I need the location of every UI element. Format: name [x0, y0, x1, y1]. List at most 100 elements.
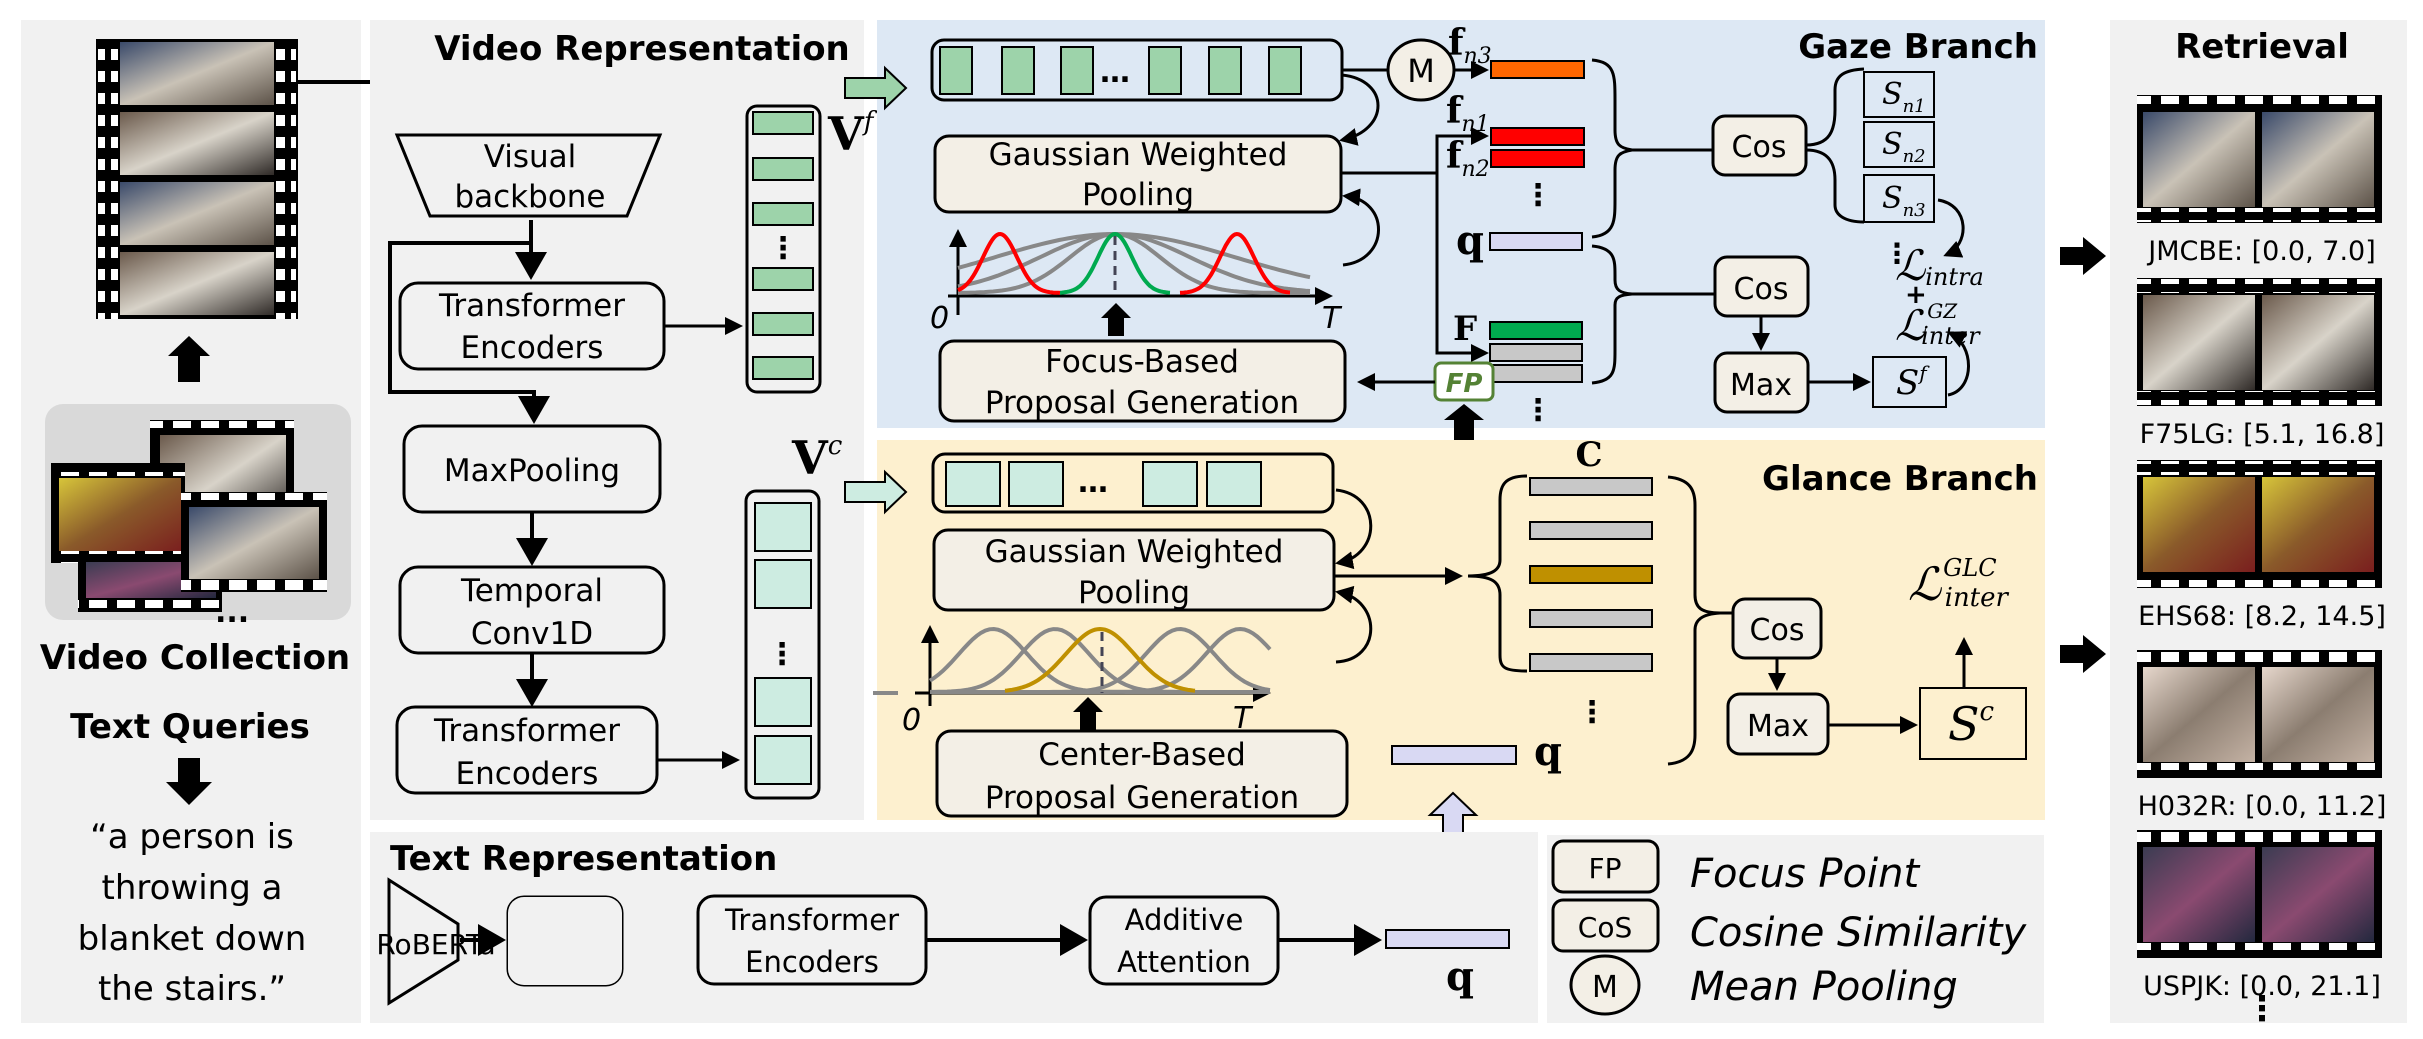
visual-backbone-label: backbone: [454, 179, 605, 215]
svg-text:Cos: Cos: [1732, 130, 1787, 165]
axis-end-label: T: [1322, 301, 1343, 336]
proposal-label: Focus-Based: [1045, 344, 1239, 380]
glance-feature-cell: [1142, 461, 1198, 507]
fn1-feature-bar: [1490, 127, 1585, 146]
mean-pooling-node: M: [1386, 38, 1456, 102]
svg-text:FP: FP: [1446, 369, 1483, 399]
film-perforation: [2137, 208, 2382, 222]
gaze-feature-sequence: …: [930, 38, 1344, 102]
transformer-encoders-label: Transformer: [433, 713, 620, 749]
svg-text:Max: Max: [1747, 709, 1809, 744]
F-feature-bar-gray: [1489, 343, 1583, 362]
axis-origin-label: 0: [930, 301, 949, 336]
svg-text:Encoders: Encoders: [745, 945, 879, 979]
video-frame: [2262, 295, 2374, 390]
vf-feature-cell: [752, 267, 814, 291]
video-thumb: [181, 492, 327, 592]
fn2-feature-bar: [1490, 149, 1585, 168]
loss-inter-glc-label: ℒGLC inter: [1908, 554, 2010, 613]
retrieval-result-item: USPJK: [0.0, 21.1]: [2137, 830, 2382, 1002]
video-frame: [2143, 847, 2255, 942]
transformer-encoders-label: Encoders: [456, 756, 599, 792]
temporal-conv-label: Temporal: [460, 573, 603, 609]
svg-text:Cos: Cos: [1750, 613, 1805, 648]
F-feature-bar-green: [1489, 321, 1583, 340]
glance-feature-cell: [1206, 461, 1262, 507]
axis-origin-label: 0: [902, 703, 921, 738]
visual-backbone-label: Visual: [484, 139, 577, 175]
retrieval-panel: Retrieval JMCBE: [0.0, 7.0] F75LG: [5.1, …: [2110, 20, 2407, 1029]
gwp-label: Pooling: [1078, 575, 1190, 611]
retrieval-title: Retrieval: [2175, 27, 2349, 67]
vf-feature-cell: [752, 356, 814, 380]
gaze-feature-cell: [1060, 46, 1094, 95]
glance-branch-title: Glance Branch: [1762, 459, 2038, 499]
svg-text:CoS: CoS: [1578, 911, 1632, 944]
video-collection-title: Video Collection: [40, 638, 350, 678]
candidate-feature-bar: [1529, 609, 1653, 628]
F-feature-bar-gray: [1489, 364, 1583, 383]
query-line: blanket down: [78, 919, 307, 959]
svg-text:Cos: Cos: [1734, 272, 1789, 307]
vc-feature-cell: [754, 677, 812, 727]
gaze-feature-cell: [1208, 46, 1242, 95]
video-frame: [2262, 112, 2374, 207]
vdots: ⋮: [768, 231, 798, 266]
gaze-cos-block-1: Cos: [1711, 114, 1808, 177]
temporal-conv-label: Conv1D: [471, 616, 593, 652]
glance-branch-panel: Glance Branch … Gaussian Weighted Poolin…: [844, 435, 2045, 859]
film-perforation: [2137, 279, 2382, 293]
retrieval-result-label: H032R: [0.0, 11.2]: [2138, 791, 2387, 822]
proposal-label: Center-Based: [1038, 737, 1246, 773]
video-thumb: [51, 463, 185, 563]
vf-feature-cell: [752, 202, 814, 226]
F-label: F: [1453, 309, 1477, 349]
retrieval-result-item: F75LG: [5.1, 16.8]: [2137, 278, 2384, 450]
vc-feature-cell: [754, 502, 812, 552]
vf-feature-cell: [752, 157, 814, 181]
glance-feature-sequence: …: [931, 452, 1335, 514]
svg-text:M: M: [1592, 970, 1618, 1005]
gwp-label: Gaussian Weighted: [985, 534, 1284, 570]
ellipsis: …: [1100, 55, 1130, 90]
candidate-feature-bar: [1529, 653, 1653, 672]
vc-feature-cell: [754, 735, 812, 785]
video-frame: [2262, 847, 2374, 942]
svg-text:Focus Point: Focus Point: [1690, 851, 1920, 897]
candidate-feature-bar: [1529, 477, 1653, 496]
gaze-gwp-block: Gaussian Weighted Pooling: [933, 134, 1343, 214]
video-representation-panel: Video Representation Visual backbone Tra…: [370, 20, 878, 820]
vf-label: Vf: [827, 107, 878, 161]
vf-feature-cell: [752, 312, 814, 336]
gwp-label: Pooling: [1082, 177, 1194, 213]
video-collection-thumbnails: ...: [45, 404, 351, 630]
svg-text:Transformer: Transformer: [724, 903, 899, 937]
retrieval-result-label: JMCBE: [0.0, 7.0]: [2146, 236, 2375, 267]
gaze-feature-cell: [1001, 46, 1035, 95]
gaze-cos-block-2: Cos: [1713, 255, 1810, 318]
film-perforation: [2137, 943, 2382, 957]
film-perforation: [2137, 461, 2382, 475]
svg-text:Attention: Attention: [1117, 945, 1251, 979]
center-proposal-block: Center-Based Proposal Generation: [935, 729, 1349, 818]
gaze-q-label: q: [1456, 217, 1484, 264]
more-results-icon: ⋮: [2245, 989, 2279, 1029]
glance-feature-cell: [945, 461, 1001, 507]
proposal-label: Proposal Generation: [985, 780, 1299, 816]
retrieval-result-item: EHS68: [8.2, 14.5]: [2137, 460, 2386, 632]
video-frame: [2143, 667, 2255, 762]
query-line: “a person is: [90, 817, 294, 857]
video-frame: [2262, 477, 2374, 572]
film-perforation: [2137, 651, 2382, 665]
transformer-encoders-label: Transformer: [438, 288, 625, 324]
retrieval-result-label: EHS68: [8.2, 14.5]: [2138, 601, 2386, 632]
retrieval-result-item: JMCBE: [0.0, 7.0]: [2137, 95, 2382, 267]
glance-max-block: Max: [1726, 692, 1830, 756]
vdots: ⋮: [1523, 393, 1553, 428]
svg-text:Max: Max: [1730, 368, 1792, 403]
text-q-label: q: [1446, 953, 1474, 1000]
C-label: C: [1575, 435, 1602, 475]
vc-feature-cell: [754, 559, 812, 609]
gaze-branch-panel: Gaze Branch … Gaussian Weighted Pooling …: [844, 20, 2045, 454]
video-frame: [2143, 295, 2255, 390]
